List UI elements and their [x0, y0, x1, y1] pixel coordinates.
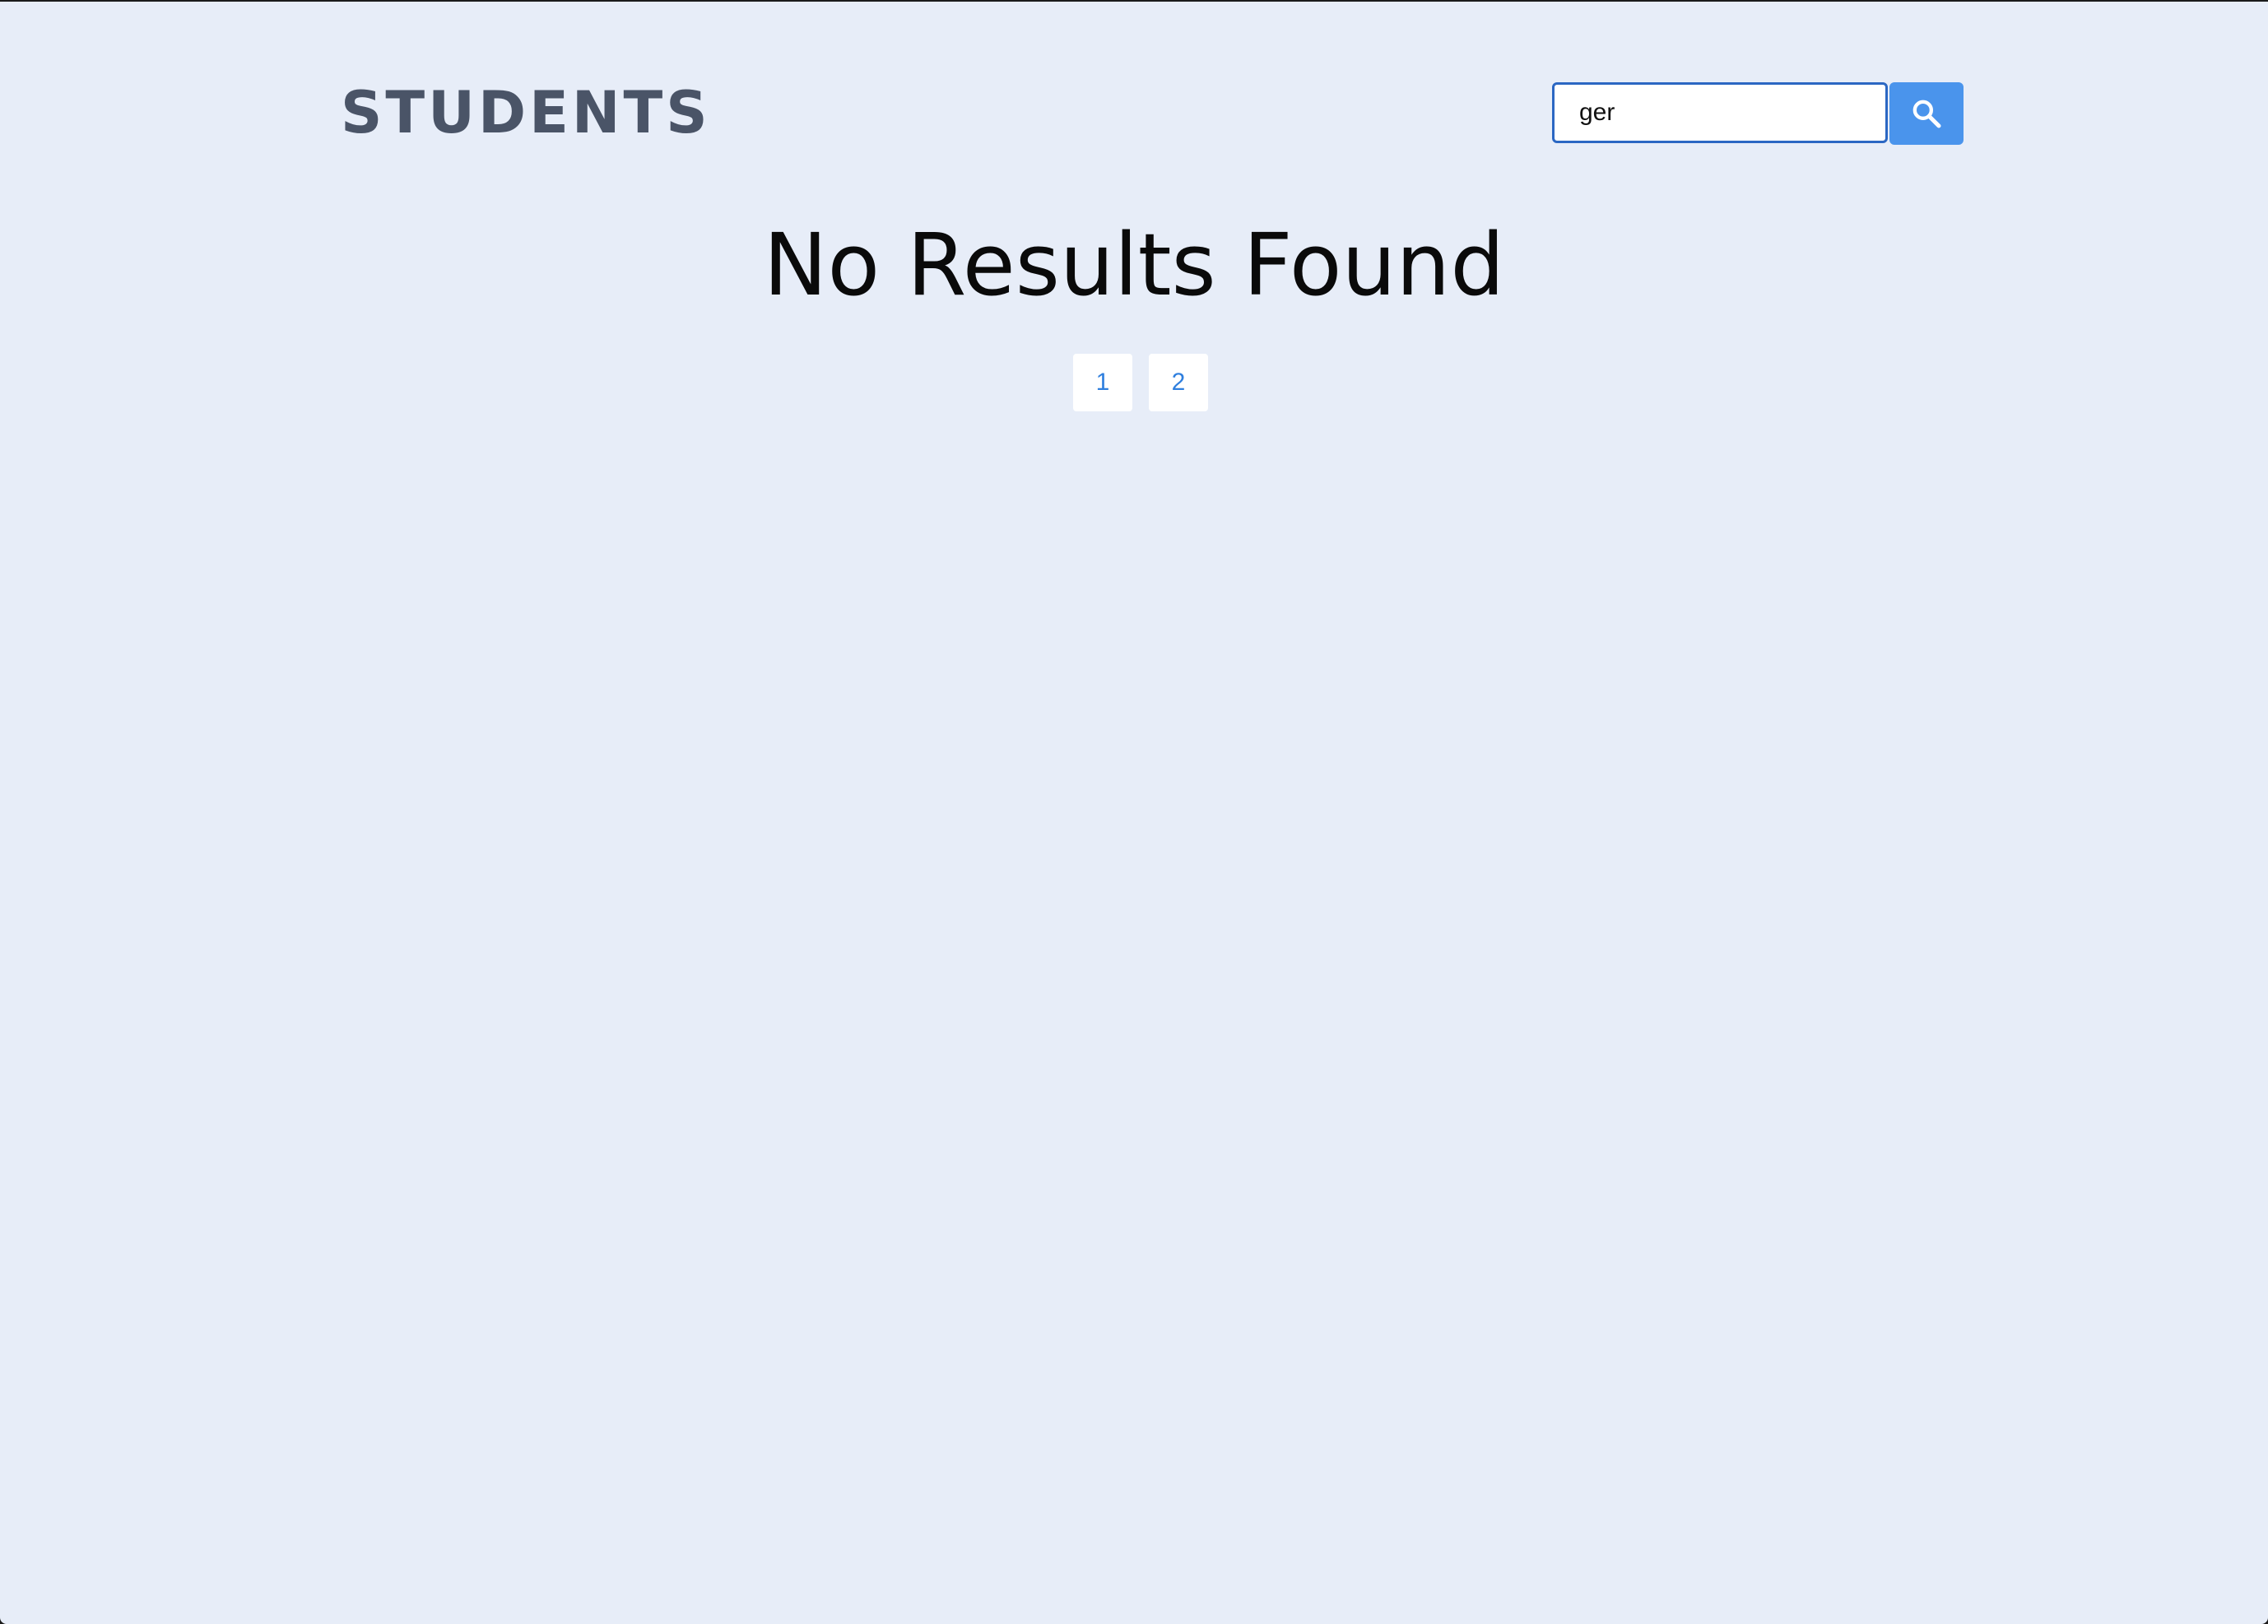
- page-button-2[interactable]: 2: [1149, 354, 1208, 411]
- search-button[interactable]: [1889, 82, 1964, 145]
- brand-title: STUDENTS: [341, 79, 711, 146]
- search-icon: [1912, 100, 1941, 128]
- page-button-1[interactable]: 1: [1073, 354, 1132, 411]
- pagination: 1 2: [1073, 354, 1208, 411]
- search-bar: [1552, 82, 1964, 145]
- page: STUDENTS No Results Found 1 2: [0, 2, 2268, 1624]
- header: STUDENTS: [341, 77, 1964, 148]
- search-input[interactable]: [1552, 82, 1888, 143]
- no-results-message: No Results Found: [763, 215, 1505, 315]
